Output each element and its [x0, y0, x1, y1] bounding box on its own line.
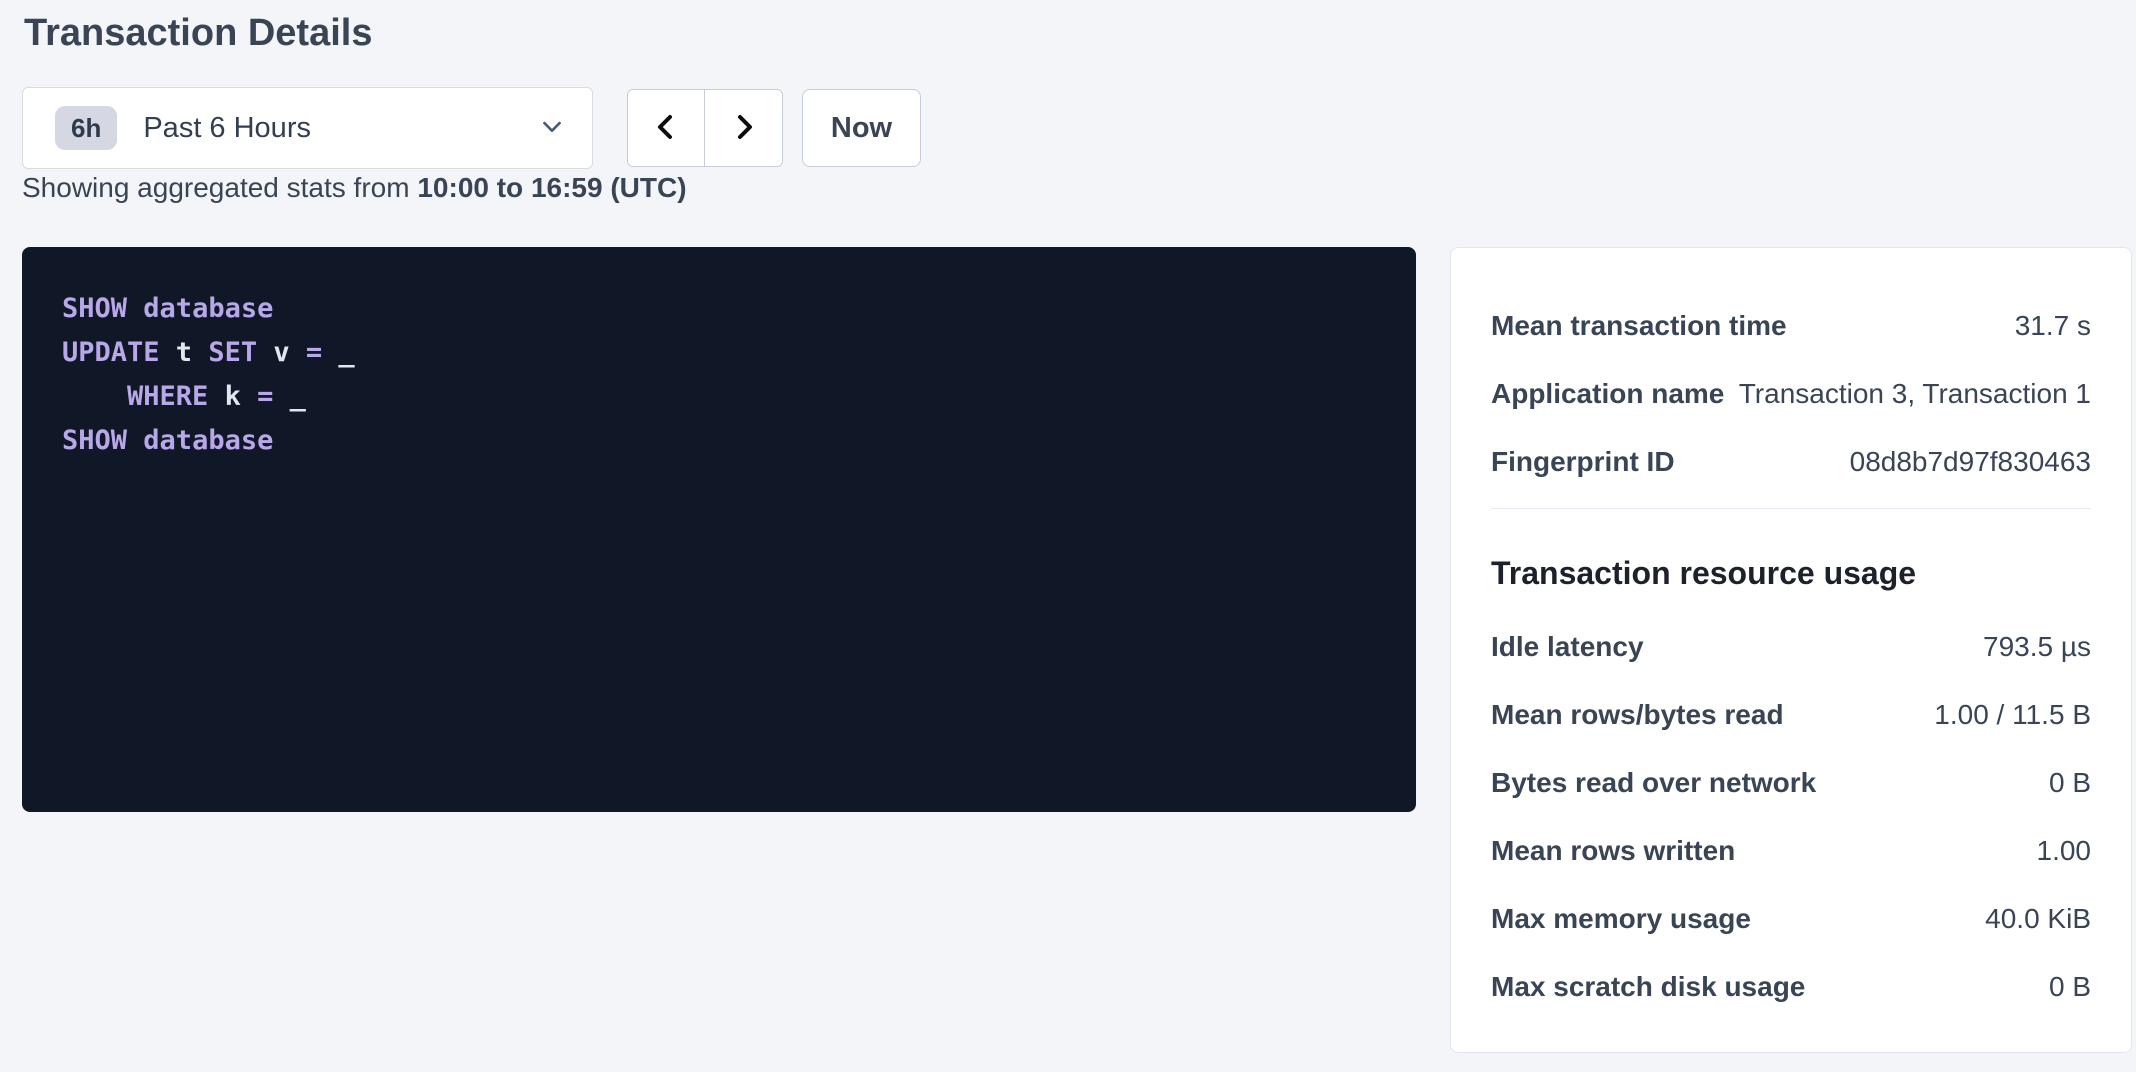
subtitle-time-range: 10:00 to 16:59 (UTC) — [417, 172, 686, 203]
sql-line: WHERE k = _ — [62, 375, 1376, 419]
stat-value: 08d8b7d97f830463 — [1850, 440, 2091, 484]
stat-value: 0 B — [2049, 965, 2091, 1009]
time-range-dropdown[interactable]: 6h Past 6 Hours — [22, 87, 593, 169]
stat-value: 0 B — [2049, 761, 2091, 805]
time-range-badge: 6h — [55, 106, 117, 151]
sql-token: = — [257, 381, 273, 412]
prev-time-button[interactable] — [628, 90, 705, 166]
sql-line: SHOW database — [62, 419, 1376, 463]
sql-token — [62, 381, 127, 412]
card-divider — [1491, 508, 2091, 509]
sql-token: _ — [273, 381, 306, 412]
resource-rows: Idle latency 793.5 µs Mean rows/bytes read… — [1491, 625, 2091, 1009]
sql-line: UPDATE t SET v = _ — [62, 331, 1376, 375]
stat-value: 1.00 — [2037, 829, 2092, 873]
stat-label: Bytes read over network — [1491, 761, 1816, 805]
next-time-button[interactable] — [705, 90, 782, 166]
aggregation-subtitle: Showing aggregated stats from 10:00 to 1… — [22, 171, 687, 205]
stat-value: 40.0 KiB — [1985, 897, 2091, 941]
subtitle-text: Showing aggregated stats from — [22, 172, 417, 203]
sql-line: SHOW database — [62, 287, 1376, 331]
stat-row: Mean rows written 1.00 — [1491, 829, 2091, 873]
stat-row: Fingerprint ID 08d8b7d97f830463 — [1491, 440, 2091, 484]
sql-token: WHERE — [127, 381, 208, 412]
stat-label: Mean rows/bytes read — [1491, 693, 1784, 737]
page-title: Transaction Details — [24, 12, 372, 55]
stat-label: Max scratch disk usage — [1491, 965, 1805, 1009]
now-button[interactable]: Now — [802, 89, 921, 167]
time-step-buttons — [627, 89, 783, 167]
sql-token: v — [257, 337, 306, 368]
stat-value: 31.7 s — [2015, 304, 2091, 348]
stat-row: Application name Transaction 3, Transacti… — [1491, 372, 2091, 416]
summary-rows: Mean transaction time 31.7 s Application n… — [1491, 304, 2091, 484]
sql-token — [127, 293, 143, 324]
stat-value: 793.5 µs — [1983, 625, 2091, 669]
stat-row: Mean rows/bytes read 1.00 / 11.5 B — [1491, 693, 2091, 737]
stat-label: Mean transaction time — [1491, 304, 1787, 348]
stat-label: Mean rows written — [1491, 829, 1735, 873]
stat-label: Idle latency — [1491, 625, 1644, 669]
stat-label: Max memory usage — [1491, 897, 1751, 941]
sql-token: SHOW — [62, 425, 127, 456]
chevron-down-icon — [538, 112, 566, 145]
resource-usage-heading: Transaction resource usage — [1491, 551, 2091, 595]
stat-row: Max scratch disk usage 0 B — [1491, 965, 2091, 1009]
stat-row: Bytes read over network 0 B — [1491, 761, 2091, 805]
stat-label: Fingerprint ID — [1491, 440, 1675, 484]
sql-token: = — [306, 337, 322, 368]
sql-token: _ — [322, 337, 355, 368]
sql-token: database — [143, 425, 273, 456]
chevron-right-icon — [728, 111, 760, 146]
time-range-label: Past 6 Hours — [143, 112, 538, 145]
transaction-summary-card: Mean transaction time 31.7 s Application n… — [1450, 247, 2132, 1053]
sql-token: k — [208, 381, 257, 412]
stat-label: Application name — [1491, 372, 1724, 416]
sql-token — [127, 425, 143, 456]
chevron-left-icon — [650, 111, 682, 146]
time-controls: 6h Past 6 Hours Now — [22, 87, 921, 169]
stat-value: Transaction 3, Transaction 1 — [1739, 372, 2091, 416]
sql-token: UPDATE — [62, 337, 160, 368]
sql-token: t — [160, 337, 209, 368]
stat-row: Mean transaction time 31.7 s — [1491, 304, 2091, 348]
stat-value: 1.00 / 11.5 B — [1934, 693, 2091, 737]
sql-token: SHOW — [62, 293, 127, 324]
sql-token: database — [143, 293, 273, 324]
stat-row: Max memory usage 40.0 KiB — [1491, 897, 2091, 941]
stat-row: Idle latency 793.5 µs — [1491, 625, 2091, 669]
sql-token: SET — [208, 337, 257, 368]
sql-statement-box: SHOW databaseUPDATE t SET v = _ WHERE k … — [22, 247, 1416, 812]
